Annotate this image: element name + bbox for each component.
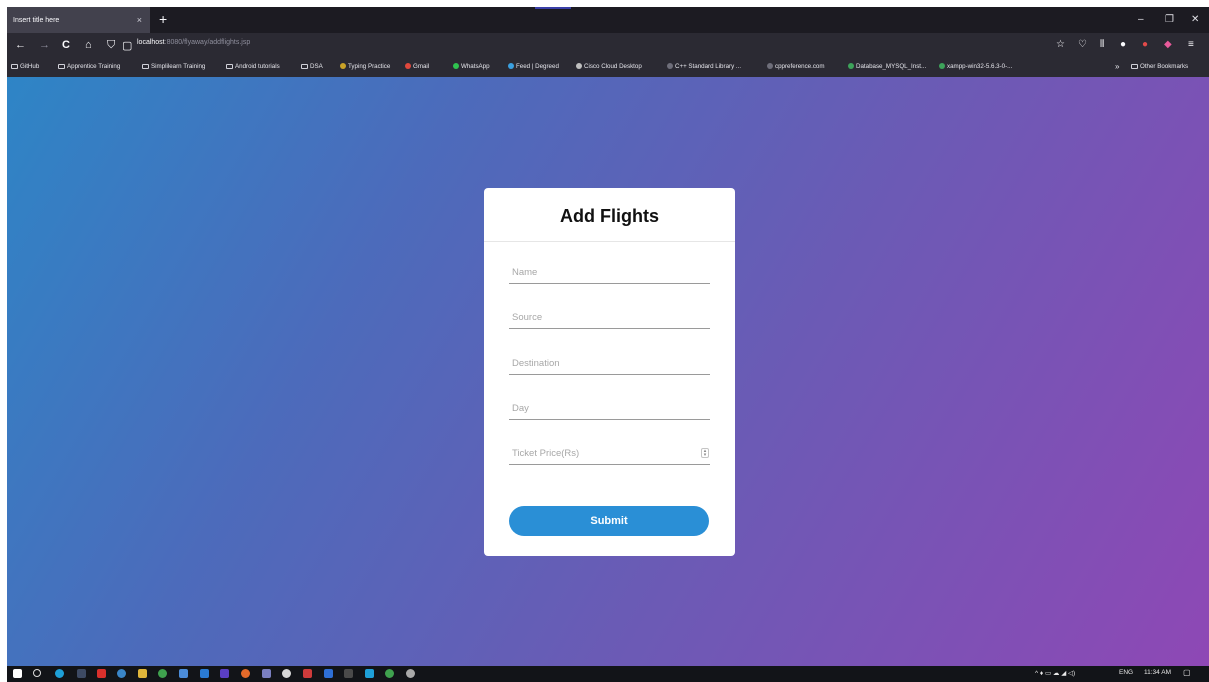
language-indicator[interactable]: ENG [1119, 669, 1133, 676]
globe-icon [667, 63, 673, 69]
folder-icon [1131, 64, 1138, 69]
folder-icon [58, 64, 65, 69]
windows-start-icon[interactable] [13, 669, 22, 678]
url-host: localhost [137, 39, 165, 46]
reload-icon[interactable]: C [62, 39, 70, 51]
file-explorer-icon[interactable] [138, 669, 147, 678]
bookmark-github[interactable]: GitHub [11, 63, 39, 70]
form-title: Add Flights [560, 206, 659, 226]
minimize-icon[interactable]: – [1138, 14, 1144, 25]
drive-icon [848, 63, 854, 69]
page-icon: ▢ [122, 40, 133, 52]
app-icon[interactable] [385, 669, 394, 678]
app-icon[interactable] [220, 669, 229, 678]
whatsapp-icon [453, 63, 459, 69]
forward-icon[interactable]: → [39, 39, 50, 51]
system-tray-icons[interactable]: ^ ♦ ▭ ☁ ◢ ◁) [1035, 669, 1075, 677]
url-bar[interactable]: localhost:8080/flyaway/addflights.jsp [137, 39, 250, 46]
shield-icon[interactable]: ⛉ [107, 39, 115, 52]
browser-icon[interactable] [179, 669, 188, 678]
destination-field [509, 353, 710, 375]
tab-close-icon[interactable]: × [137, 15, 142, 25]
star-icon[interactable]: ☆ [1056, 39, 1065, 50]
bookmarks-bar: GitHub Apprentice Training Simplilearn T… [7, 59, 1209, 77]
app-icon[interactable] [303, 669, 312, 678]
pdf-icon[interactable] [97, 669, 106, 678]
menu-icon[interactable]: ≡ [1188, 39, 1194, 50]
bookmark-xampp[interactable]: xampp-win32-5.6.3-0-... [939, 63, 1012, 70]
day-input[interactable] [509, 398, 710, 419]
gmail-icon [405, 63, 411, 69]
vscode-icon[interactable] [200, 669, 209, 678]
navigation-bar: ← → C ⌂ ⛉ ▢ localhost:8080/flyaway/addfl… [7, 33, 1209, 59]
bookmark-apprentice-training[interactable]: Apprentice Training [58, 63, 120, 70]
clock-icon[interactable] [117, 669, 126, 678]
bookmark-gmail[interactable]: Gmail [405, 63, 429, 70]
app-icon[interactable] [77, 669, 86, 678]
app-icon[interactable] [324, 669, 333, 678]
source-input[interactable] [509, 307, 710, 328]
cisco-icon [576, 63, 582, 69]
windows-taskbar: ^ ♦ ▭ ☁ ◢ ◁) ENG 11:34 AM ▢ [7, 666, 1209, 682]
settings-icon[interactable] [406, 669, 415, 678]
bookmark-cisco[interactable]: Cisco Cloud Desktop [576, 63, 642, 70]
bookmark-android-tutorials[interactable]: Android tutorials [226, 63, 280, 70]
bookmark-simplilearn-training[interactable]: Simplilearn Training [142, 63, 205, 70]
close-window-icon[interactable]: ✕ [1191, 14, 1199, 25]
bookmark-dsa[interactable]: DSA [301, 63, 323, 70]
degreed-icon [508, 63, 514, 69]
submit-button[interactable]: Submit [509, 506, 709, 536]
tab-title: Insert title here [13, 16, 60, 24]
bookmark-whatsapp[interactable]: WhatsApp [453, 63, 490, 70]
day-field [509, 398, 710, 420]
clock[interactable]: 11:34 AM [1144, 669, 1171, 676]
tab-indicator [535, 7, 571, 9]
extension-icon[interactable]: ● [1120, 39, 1126, 50]
browser-tab[interactable]: Insert title here × [7, 7, 150, 33]
name-field [509, 262, 710, 284]
folder-icon [301, 64, 308, 69]
typing-icon [340, 63, 346, 69]
other-bookmarks[interactable]: Other Bookmarks [1131, 63, 1188, 70]
number-stepper[interactable]: ▴ ▾ [701, 448, 709, 458]
app-icon[interactable] [365, 669, 374, 678]
add-flights-card: Add Flights ▴▾ Submit [484, 188, 735, 556]
folder-icon [142, 64, 149, 69]
folder-icon [226, 64, 233, 69]
firefox-icon[interactable] [241, 669, 250, 678]
bookmarks-overflow-icon[interactable]: » [1115, 62, 1119, 71]
divider [484, 241, 735, 242]
page-background: Add Flights ▴▾ Submit [7, 77, 1209, 666]
terminal-icon[interactable] [344, 669, 353, 678]
edge-icon[interactable] [55, 669, 64, 678]
profile-icon[interactable]: ◆ [1164, 39, 1172, 50]
bookmark-typing-practice[interactable]: Typing Practice [340, 63, 390, 70]
bookmark-degreed[interactable]: Feed | Degreed [508, 63, 559, 70]
globe-icon [767, 63, 773, 69]
notification-icon[interactable]: ▢ [1183, 668, 1191, 677]
bookmark-cppreference[interactable]: cppreference.com [767, 63, 825, 70]
app-icon[interactable] [282, 669, 291, 678]
bookmark-cpp-std[interactable]: C++ Standard Library ... [667, 63, 741, 70]
source-field [509, 307, 710, 329]
ticket-price-field: ▴▾ [509, 443, 710, 465]
library-icon[interactable]: ⫴ [1100, 39, 1104, 50]
name-input[interactable] [509, 262, 710, 283]
pocket-icon[interactable]: ♡ [1078, 39, 1087, 50]
home-icon[interactable]: ⌂ [85, 39, 92, 51]
bookmark-database[interactable]: Database_MYSQL_Inst... [848, 63, 926, 70]
tab-bar: Insert title here × + – ❐ ✕ [7, 7, 1209, 33]
search-icon[interactable] [33, 669, 41, 677]
url-path: :8080/flyaway/addflights.jsp [164, 39, 251, 46]
ticket-price-input[interactable] [509, 443, 710, 464]
back-icon[interactable]: ← [15, 39, 26, 51]
ublock-icon[interactable]: ● [1142, 39, 1148, 50]
chrome-icon[interactable] [158, 669, 167, 678]
app-icon[interactable] [262, 669, 271, 678]
drive-icon [939, 63, 945, 69]
folder-icon [11, 64, 18, 69]
new-tab-button[interactable]: + [159, 11, 167, 27]
restore-icon[interactable]: ❐ [1165, 14, 1174, 25]
destination-input[interactable] [509, 353, 710, 374]
